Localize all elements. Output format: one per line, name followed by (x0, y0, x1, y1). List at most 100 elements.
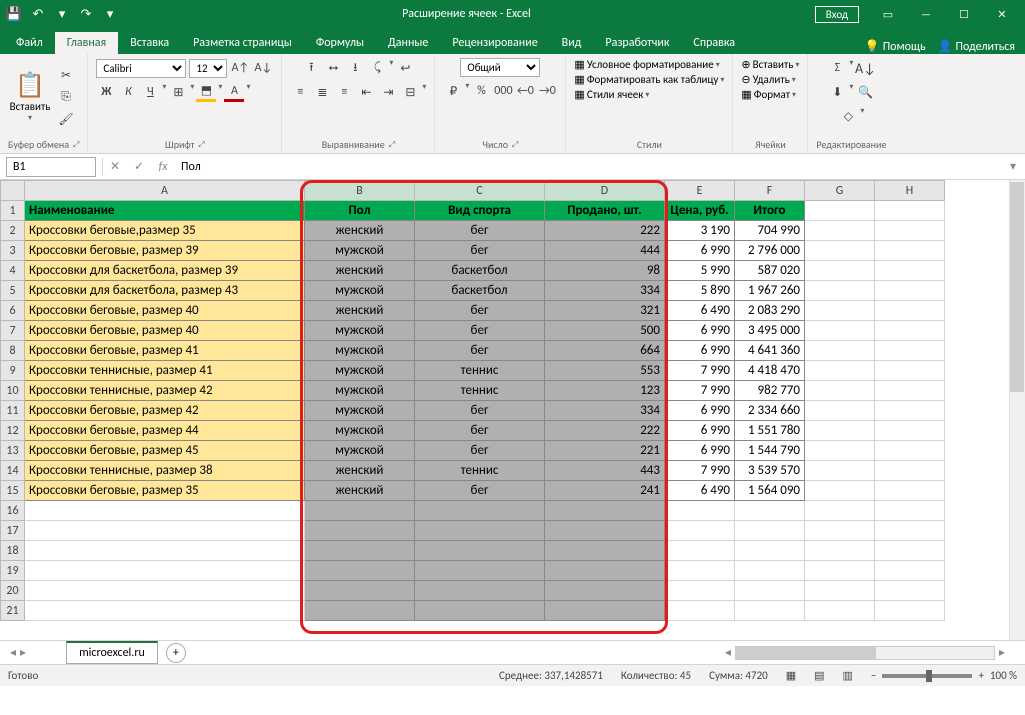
cell-sport[interactable]: бег (415, 421, 545, 441)
header-cell[interactable]: Наименование (25, 201, 305, 221)
cell-sex[interactable]: мужской (305, 321, 415, 341)
cell-name[interactable]: Кроссовки беговые, размер 44 (25, 421, 305, 441)
decrease-font-icon[interactable]: A↓ (253, 58, 273, 78)
align-bottom-icon[interactable]: ⭳ (345, 58, 365, 78)
cell-name[interactable]: Кроссовки беговые, размер 39 (25, 241, 305, 261)
delete-cells-button[interactable]: ⊖ Удалить ▾ (741, 73, 795, 86)
autosum-icon[interactable]: Σ (827, 58, 847, 78)
cell-total[interactable]: 982 770 (735, 381, 805, 401)
cell-sport[interactable]: бег (415, 321, 545, 341)
cell-sport[interactable]: бег (415, 401, 545, 421)
align-middle-icon[interactable]: ⭤ (323, 58, 343, 78)
undo-more-icon[interactable]: ▾ (54, 6, 70, 22)
format-cells-button[interactable]: ▦ Формат ▾ (741, 88, 796, 101)
zoom-in-icon[interactable]: + (978, 669, 983, 682)
number-format-select[interactable]: Общий (460, 58, 540, 77)
share-button[interactable]: 👤 Поделиться (938, 39, 1015, 54)
hscroll-right-icon[interactable]: ▸ (999, 645, 1005, 660)
cell-price[interactable]: 7 990 (665, 361, 735, 381)
cell-sport[interactable]: теннис (415, 381, 545, 401)
zoom-level[interactable]: 100 % (990, 669, 1017, 682)
cell-sold[interactable]: 443 (545, 461, 665, 481)
cell-sold[interactable]: 241 (545, 481, 665, 501)
cell-sex[interactable]: мужской (305, 401, 415, 421)
close-icon[interactable]: ✕ (985, 3, 1019, 25)
underline-button[interactable]: Ч (140, 82, 160, 102)
tab-developer[interactable]: Разработчик (593, 32, 681, 54)
ribbon-options-icon[interactable]: ▭ (871, 3, 905, 25)
comma-icon[interactable]: 000 (493, 81, 513, 101)
fx-icon[interactable]: fx (151, 160, 175, 174)
cell-name[interactable]: Кроссовки беговые, размер 45 (25, 441, 305, 461)
row-header-5[interactable]: 5 (1, 281, 25, 301)
cell-price[interactable]: 5 890 (665, 281, 735, 301)
cell-sold[interactable]: 222 (545, 421, 665, 441)
cell-sex[interactable]: мужской (305, 361, 415, 381)
cell-total[interactable]: 4 641 360 (735, 341, 805, 361)
col-header-A[interactable]: A (25, 181, 305, 201)
cell-name[interactable]: Кроссовки для баскетбола, размер 39 (25, 261, 305, 281)
expand-formula-icon[interactable]: ▾ (1001, 159, 1025, 174)
cell-sex[interactable]: мужской (305, 381, 415, 401)
decrease-decimal-icon[interactable]: →0 (537, 81, 557, 101)
cell-sport[interactable]: баскетбол (415, 261, 545, 281)
col-header-H[interactable]: H (875, 181, 945, 201)
insert-cells-button[interactable]: ⊕ Вставить ▾ (741, 58, 799, 71)
cell-sold[interactable]: 500 (545, 321, 665, 341)
cell-sold[interactable]: 334 (545, 281, 665, 301)
cell-price[interactable]: 7 990 (665, 381, 735, 401)
clear-icon[interactable]: ◇ (838, 106, 858, 126)
cell-name[interactable]: Кроссовки беговые, размер 41 (25, 341, 305, 361)
cell-name[interactable]: Кроссовки для баскетбола, размер 43 (25, 281, 305, 301)
view-normal-icon[interactable]: ▦ (786, 669, 796, 682)
cell-sport[interactable]: бег (415, 221, 545, 241)
accept-formula-icon[interactable]: ✓ (127, 159, 151, 174)
col-header-F[interactable]: F (735, 181, 805, 201)
cell-sex[interactable]: женский (305, 261, 415, 281)
col-header-E[interactable]: E (665, 181, 735, 201)
cell-sold[interactable]: 222 (545, 221, 665, 241)
percent-icon[interactable]: % (471, 81, 491, 101)
row-header-21[interactable]: 21 (1, 601, 25, 621)
cell-total[interactable]: 1 544 790 (735, 441, 805, 461)
view-page-icon[interactable]: ▤ (814, 669, 824, 682)
row-header-13[interactable]: 13 (1, 441, 25, 461)
format-painter-icon[interactable]: 🖌 (56, 109, 76, 129)
fill-icon[interactable]: ⬇ (827, 82, 847, 102)
orientation-icon[interactable]: ⤹ (367, 58, 387, 78)
zoom-slider[interactable] (882, 674, 972, 678)
header-cell[interactable]: Итого (735, 201, 805, 221)
fill-color-icon[interactable]: ⬒ (196, 82, 216, 102)
row-header-10[interactable]: 10 (1, 381, 25, 401)
cell-sex[interactable]: женский (305, 481, 415, 501)
cell-sex[interactable]: женский (305, 221, 415, 241)
cell-total[interactable]: 3 539 570 (735, 461, 805, 481)
select-all-cell[interactable] (1, 181, 25, 201)
find-icon[interactable]: 🔍 (855, 82, 875, 102)
cell-total[interactable]: 2 334 660 (735, 401, 805, 421)
sort-filter-icon[interactable]: A↓ (855, 58, 875, 78)
row-header-7[interactable]: 7 (1, 321, 25, 341)
horizontal-scrollbar[interactable] (735, 646, 995, 660)
cell-sport[interactable]: теннис (415, 461, 545, 481)
tab-review[interactable]: Рецензирование (440, 32, 549, 54)
cell-total[interactable]: 4 418 470 (735, 361, 805, 381)
new-sheet-button[interactable]: + (166, 643, 186, 663)
cell-name[interactable]: Кроссовки теннисные, размер 38 (25, 461, 305, 481)
cell-sold[interactable]: 664 (545, 341, 665, 361)
row-header-1[interactable]: 1 (1, 201, 25, 221)
sheet-tab[interactable]: microexcel.ru (66, 641, 158, 664)
row-header-16[interactable]: 16 (1, 501, 25, 521)
align-center-icon[interactable]: ≣ (312, 82, 332, 102)
qat-customize-icon[interactable]: ▾ (102, 6, 118, 22)
row-header-17[interactable]: 17 (1, 521, 25, 541)
cell-sold[interactable]: 123 (545, 381, 665, 401)
conditional-formatting-button[interactable]: ▦ Условное форматирование ▾ (574, 58, 719, 71)
row-header-15[interactable]: 15 (1, 481, 25, 501)
cell-price[interactable]: 3 190 (665, 221, 735, 241)
row-header-6[interactable]: 6 (1, 301, 25, 321)
decrease-indent-icon[interactable]: ⇤ (356, 82, 376, 102)
cell-styles-button[interactable]: ▦ Стили ячеек ▾ (574, 88, 649, 101)
cell-sport[interactable]: бег (415, 441, 545, 461)
cell-total[interactable]: 587 020 (735, 261, 805, 281)
